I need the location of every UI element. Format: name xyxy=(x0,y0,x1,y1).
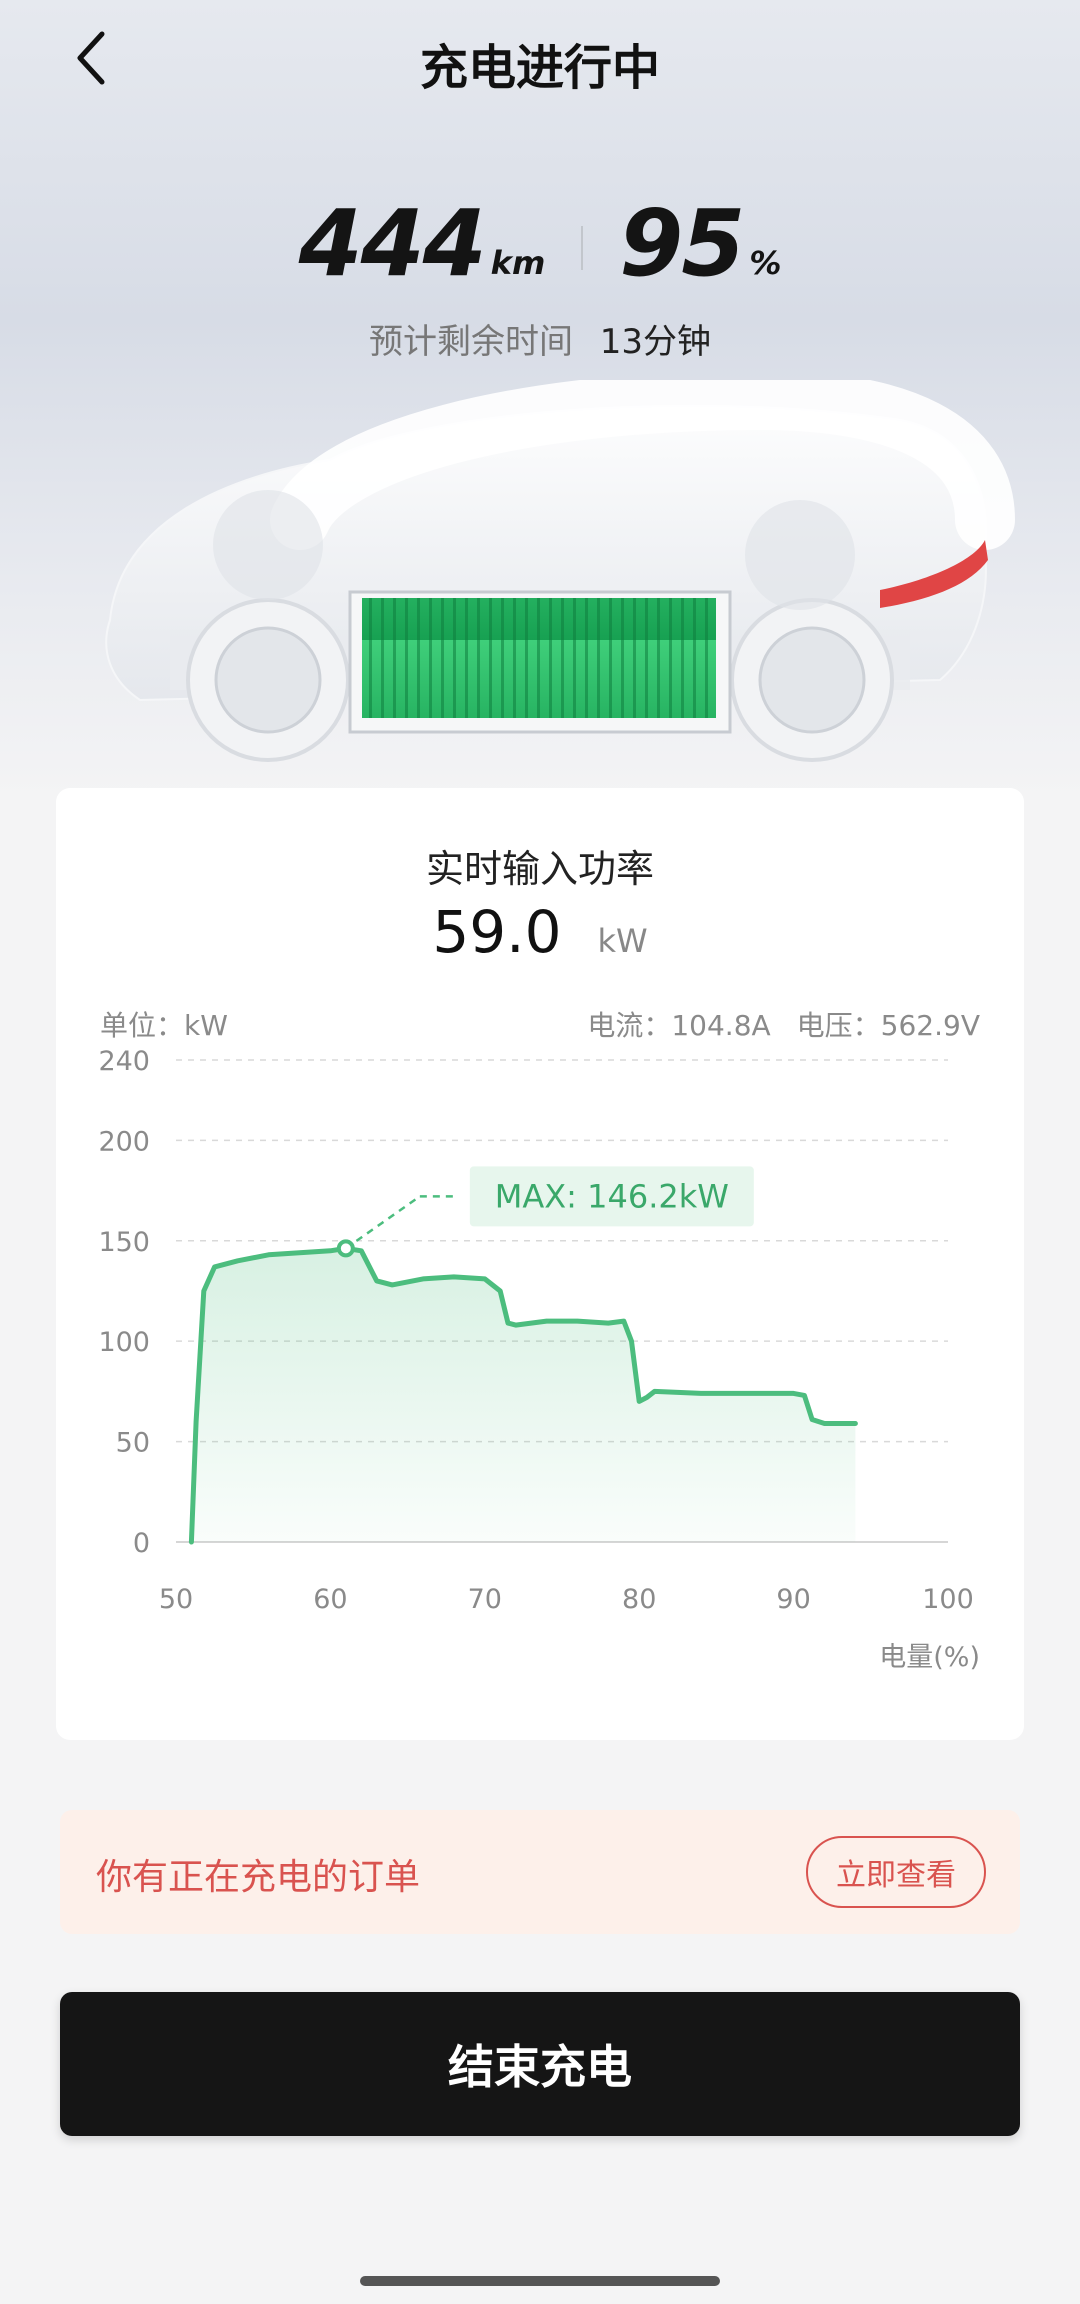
y-tick-label: 200 xyxy=(98,1126,150,1157)
current-readout: 电流：104.8A xyxy=(587,1009,771,1042)
charge-stats: 444 km 95 % xyxy=(0,170,1080,290)
end-charging-button[interactable]: 结束充电 xyxy=(60,1992,1020,2136)
range-unit: km xyxy=(490,244,546,282)
battery-pack-cells xyxy=(362,598,716,718)
eta-label: 预计剩余时间 xyxy=(368,322,573,362)
stats-divider xyxy=(581,226,584,270)
x-tick-label: 60 xyxy=(313,1584,347,1615)
notice-text: 你有正在充电的订单 xyxy=(96,1857,421,1898)
power-row: 59.0 kW xyxy=(56,898,1024,966)
power-card-title: 实时输入功率 xyxy=(425,847,654,891)
power-unit: kW xyxy=(597,922,648,960)
view-order-button[interactable]: 立即查看 xyxy=(806,1836,986,1908)
y-tick-label: 0 xyxy=(133,1528,150,1559)
y-tick-label: 150 xyxy=(98,1227,150,1258)
max-point-marker xyxy=(336,1239,355,1258)
max-annotation-text: MAX: 146.2kW xyxy=(495,1177,729,1215)
eta-value: 13分钟 xyxy=(599,322,712,362)
unit-label: 单位：kW xyxy=(100,1009,228,1042)
electrical-meta: 电流：104.8A 电压：562.9V xyxy=(587,1004,980,1044)
x-tick-label: 70 xyxy=(468,1584,502,1615)
power-value: 59.0 xyxy=(432,898,562,966)
home-indicator[interactable] xyxy=(360,2276,720,2286)
x-tick-label: 50 xyxy=(159,1584,193,1615)
battery-value: 95 xyxy=(619,190,745,297)
y-tick-label: 100 xyxy=(98,1327,150,1358)
voltage-readout: 电压：562.9V xyxy=(796,1009,980,1042)
battery-unit: % xyxy=(749,244,782,282)
y-tick-label: 50 xyxy=(116,1428,150,1459)
power-chart: 0 50 100 150 200 240 50 60 70 80 90 100 电量(%) MAX: 14… xyxy=(98,1048,980,1673)
x-tick-label: 90 xyxy=(776,1584,810,1615)
x-tick-label: 80 xyxy=(622,1584,656,1615)
x-axis-label: 电量(%) xyxy=(879,1642,980,1673)
header: 充电进行中 xyxy=(0,0,1080,120)
order-notice: 你有正在充电的订单 立即查看 xyxy=(60,1810,1020,1934)
y-tick-label: 240 xyxy=(98,1048,150,1077)
x-tick-label: 100 xyxy=(922,1584,974,1615)
page-title: 充电进行中 xyxy=(419,40,660,96)
car-battery-illustration xyxy=(105,380,1015,762)
power-card: 实时输入功率 59.0 kW 单位：kW 电流：104.8A 电压：562.9V… xyxy=(56,788,1024,1740)
eta-row: 预计剩余时间 13分钟 xyxy=(0,314,1080,363)
range-value: 444 xyxy=(298,190,487,297)
